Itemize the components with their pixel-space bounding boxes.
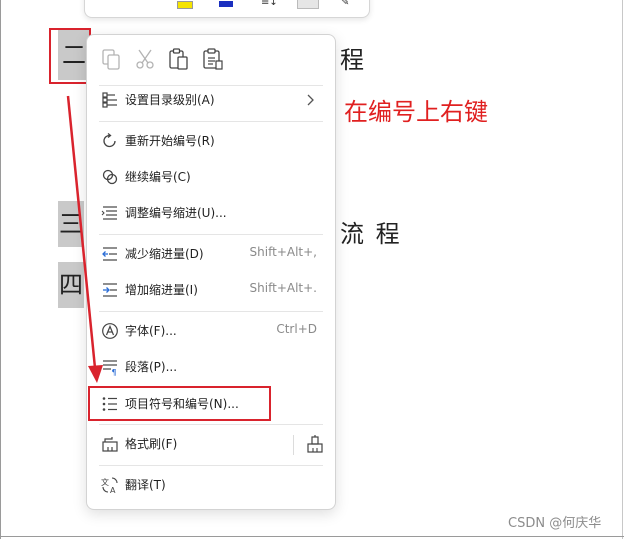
watermark: CSDN @何庆华 xyxy=(508,516,602,531)
arrow-annotation xyxy=(66,95,103,383)
